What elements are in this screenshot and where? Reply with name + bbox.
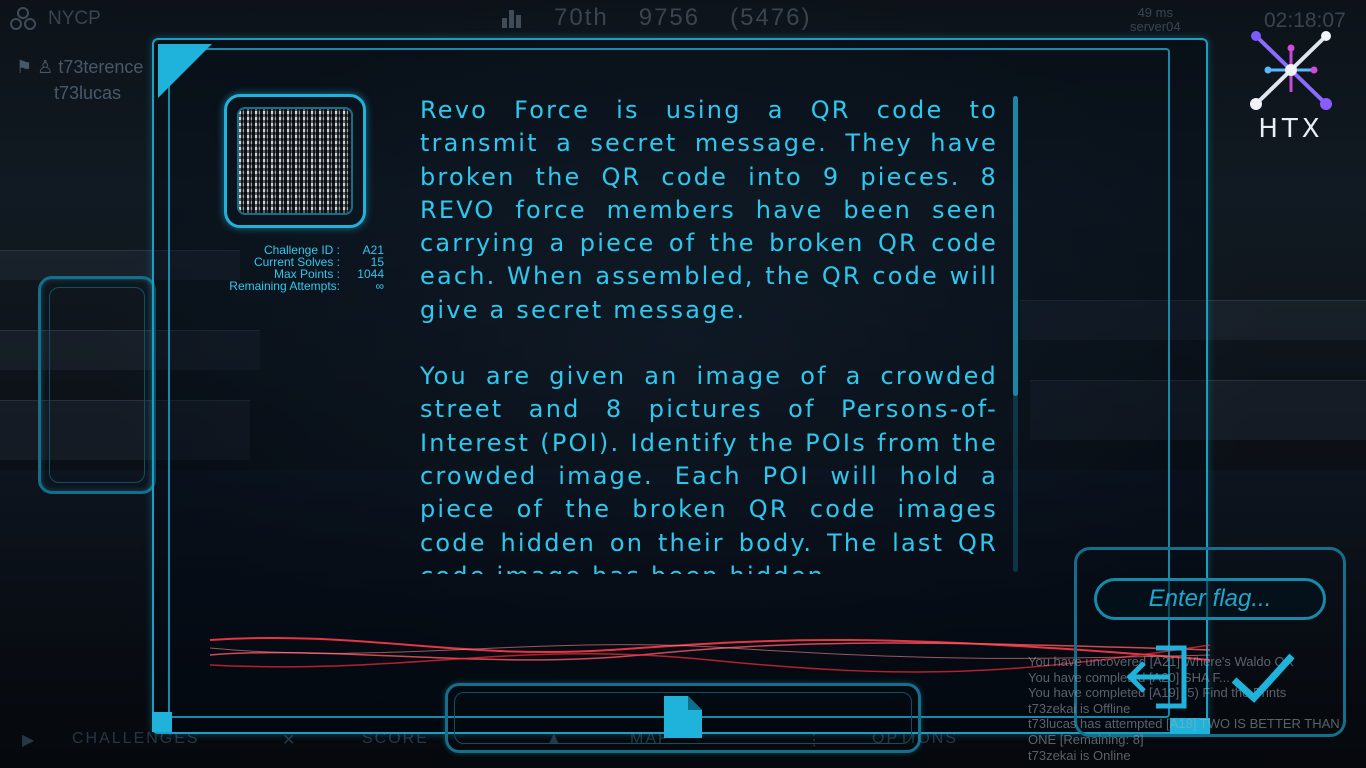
rank-value: 70th <box>554 4 609 31</box>
close-icon: ✕ <box>282 732 298 749</box>
flag-icon: ⚑ <box>16 57 33 77</box>
challenge-meta: Challenge ID : A21 Current Solves :15 Max… <box>210 244 384 292</box>
htx-logo: HTX <box>1246 28 1336 144</box>
log-entry: t73zekai is Offline <box>1028 700 1131 716</box>
scrollbar-thumb[interactable] <box>1013 96 1018 396</box>
rank-bar: 70th 9756 (5476) <box>500 4 811 32</box>
member-name: t73terence <box>58 57 144 77</box>
team-icon <box>10 7 36 30</box>
server-name: server04 <box>1130 19 1181 34</box>
nav-map[interactable]: MAP <box>630 730 671 748</box>
dots-icon: ⋮ <box>806 732 824 749</box>
ping-info: 49 ms server04 <box>1130 6 1181 34</box>
triangle-icon: ▲ <box>546 730 564 747</box>
challenge-thumbnail[interactable] <box>224 94 366 228</box>
meta-label: Remaining Attempts: <box>229 279 340 293</box>
score-sub-value: (5476) <box>730 4 812 31</box>
score-value: 9756 <box>638 4 701 31</box>
play-icon: ▶ <box>22 732 37 749</box>
team-info: NYCP <box>10 6 101 32</box>
meta-value: ∞ <box>375 279 384 293</box>
team-name: NYCP <box>48 8 101 29</box>
challenge-description[interactable]: Revo Force is using a QR code to transmi… <box>420 94 998 574</box>
side-panel <box>38 276 156 494</box>
htx-logo-text: HTX <box>1258 114 1324 144</box>
meta-row: Remaining Attempts: ∞ <box>210 280 384 292</box>
submit-check-icon[interactable] <box>1230 652 1296 704</box>
top-hud: NYCP 70th 9756 (5476) 49 ms server04 02:… <box>0 0 1366 40</box>
qr-fragment-image <box>237 107 353 215</box>
nav-score[interactable]: SCORE <box>362 730 429 748</box>
member-name: t73lucas <box>54 83 122 103</box>
log-entry: You have completed [A19] (5) Find the Pr… <box>1028 685 1287 701</box>
ping-value: 49 ms <box>1137 5 1173 20</box>
bar-chart-icon <box>502 10 521 28</box>
member-row: ⚑ ♙ t73terence <box>16 54 143 80</box>
bottom-nav: ▶ CHALLENGES ✕ SCORE ▲ MAP ⋮ OPTIONS <box>0 726 1366 754</box>
exit-icon[interactable] <box>1126 644 1190 710</box>
description-paragraph: Revo Force is using a QR code to transmi… <box>420 96 998 324</box>
log-entry: You have completed [A20] SHA F... <box>1028 669 1230 685</box>
team-members: ⚑ ♙ t73terence t73lucas <box>16 54 143 106</box>
log-entry: You have uncovered [A21] Where's Waldo Q… <box>1028 654 1294 669</box>
htx-logo-icon <box>1250 31 1332 110</box>
description-paragraph: You are given an image of a crowded stre… <box>420 362 998 574</box>
corner-accent <box>158 44 212 98</box>
flag-input[interactable] <box>1094 578 1326 620</box>
nav-challenges[interactable]: CHALLENGES <box>72 730 200 748</box>
description-scrollbar[interactable] <box>1013 96 1018 572</box>
nav-options[interactable]: OPTIONS <box>872 730 958 748</box>
user-icon: ♙ <box>37 57 54 77</box>
